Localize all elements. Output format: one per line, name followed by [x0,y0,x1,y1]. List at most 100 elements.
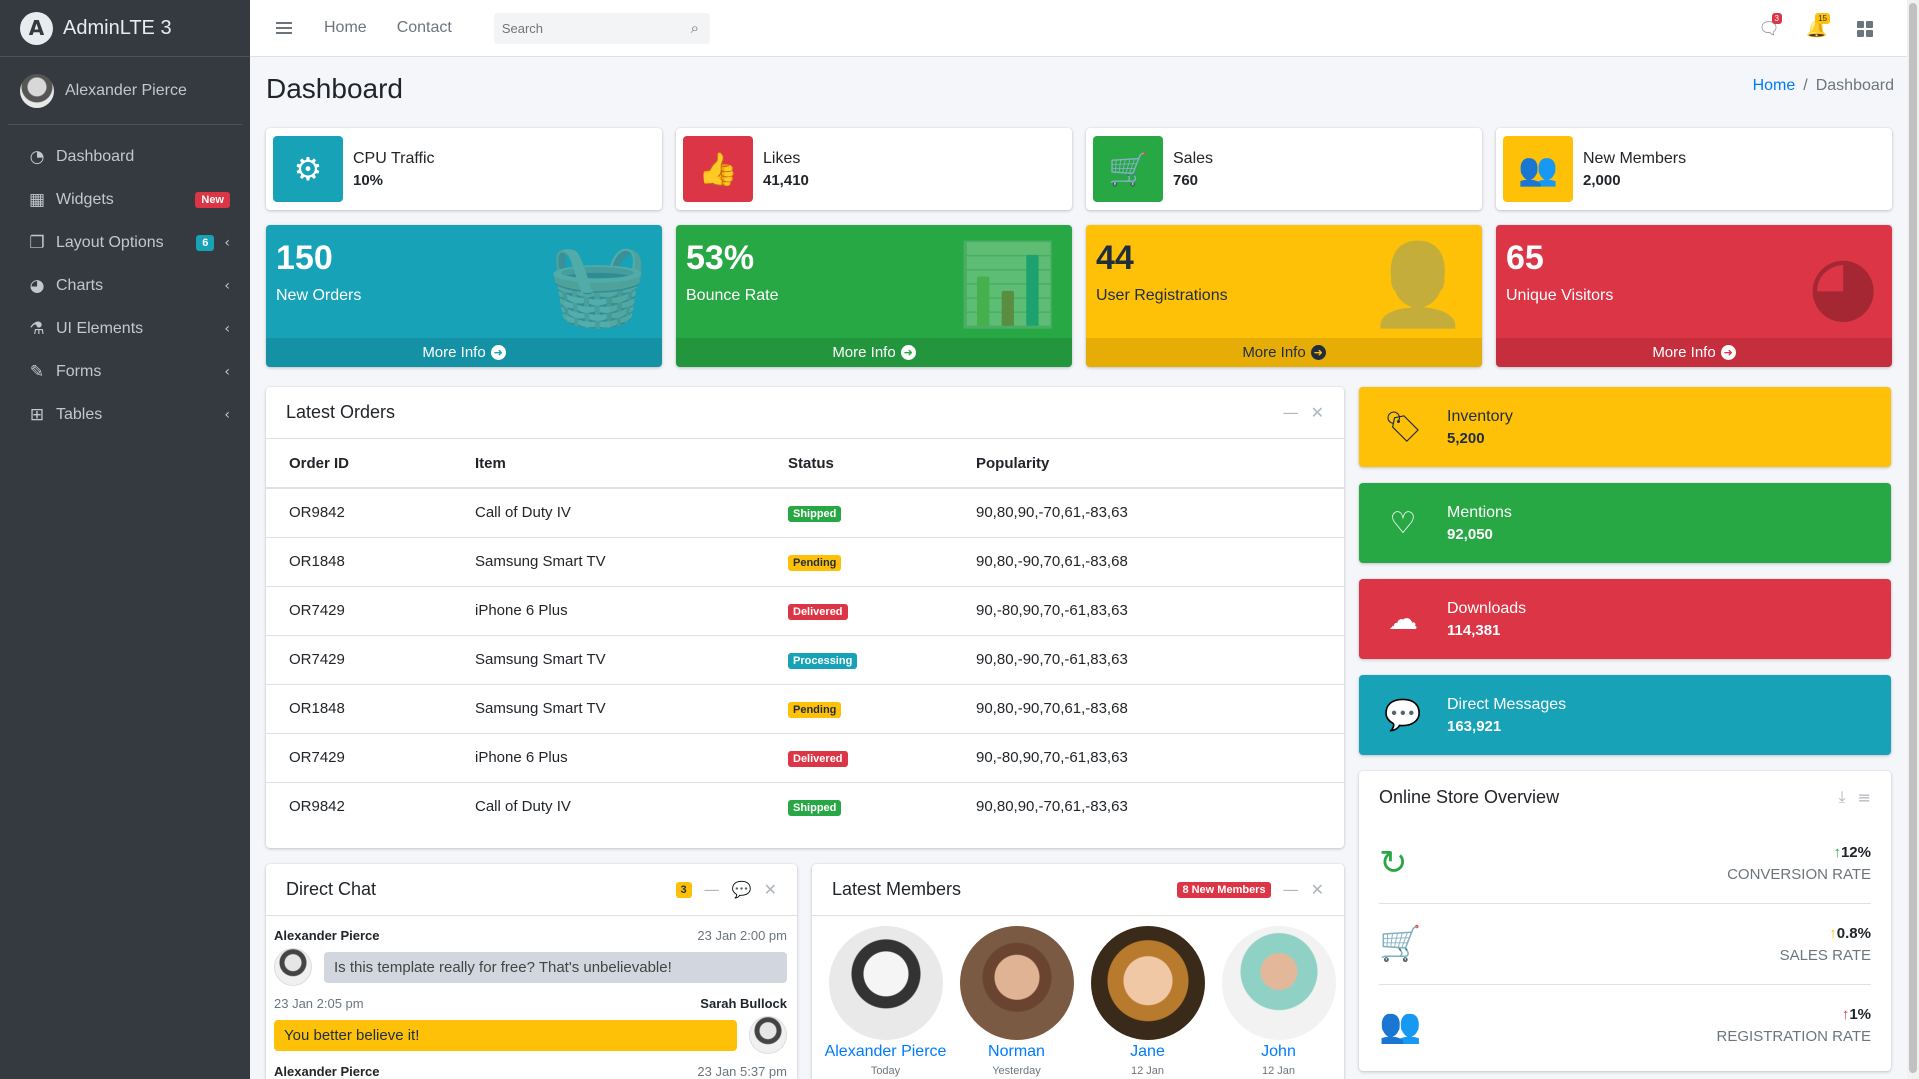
stat-value: ↑12% [1833,843,1871,861]
card-header: Online Store Overview ⤓ ≡ [1359,771,1891,823]
close-icon[interactable]: ✕ [764,880,777,899]
chat-bubble: Is this template really for free? That's… [324,951,787,983]
minus-icon[interactable]: — [704,880,720,899]
arrow-circle-right-icon: ➜ [490,345,506,360]
sidebar-item-dashboard[interactable]: ◔ Dashboard [0,135,250,178]
control-sidebar-button[interactable] [1841,19,1889,39]
sidebar-item-ui-elements[interactable]: ⚗ UI Elements ‹ [0,307,250,350]
sidebar-item-forms[interactable]: ✎ Forms ‹ [0,350,250,393]
chat-meta: 23 Jan 2:05 pm Sarah Bullock [274,996,787,1011]
chat-meta: Alexander Pierce 23 Jan 2:00 pm [274,928,787,943]
nav-link-home[interactable]: Home [324,19,367,37]
order-popularity: 90,80,90,-70,61,-83,63 [953,488,1344,538]
order-id[interactable]: OR7429 [266,586,452,636]
search-input[interactable] [493,20,680,36]
nav-link-contact[interactable]: Contact [397,19,452,37]
order-item: Call of Duty IV [475,798,571,816]
new-members-badge: 8 New Members [1177,881,1271,898]
brand-name: AdminLTE 3 [63,16,172,39]
box-label: Inventory [1447,407,1513,425]
arrow-circle-right-icon: ➜ [900,345,916,360]
th-large-icon [1857,20,1873,37]
card-title: Direct Chat [286,879,377,899]
order-id[interactable]: OR9842 [266,782,452,831]
small-box-user-registrations: 44 User Registrations 👤 More Info ➜ [1086,225,1482,367]
shopping-cart-icon: 🛒 [1093,136,1163,202]
avatar [959,926,1074,1040]
close-icon[interactable]: ✕ [1311,403,1324,422]
users-icon: 👥 [1503,136,1573,202]
comments-icon[interactable]: 💬 [732,880,752,899]
page-scrollbar[interactable] [1907,0,1919,1079]
scrollbar-thumb[interactable] [1909,3,1917,1073]
stat-value: ↑1% [1841,1006,1871,1023]
status-badge: Processing [788,653,858,669]
table-row: OR7429 iPhone 6 Plus Delivered 90,-80,90,70… [266,586,1344,636]
order-popularity: 90,80,-90,70,-61,83,63 [953,635,1344,685]
avatar [828,926,943,1040]
more-info-link[interactable]: More Info ➜ [1496,338,1892,367]
order-popularity: 90,80,90,-70,61,-83,63 [976,798,1128,816]
stat-conversion-rate: ↻ ↑12% CONVERSION RATE [1379,823,1871,904]
user-name[interactable]: Alexander Pierce [65,82,187,100]
table-row: OR1848 Samsung Smart TV Pending 90,80,-90,7… [266,537,1344,587]
column-header: Status [765,439,953,489]
search-icon[interactable]: ⌕ [680,19,710,37]
member-name[interactable]: Alexander Pierce [820,1043,951,1061]
close-icon[interactable]: ✕ [1311,880,1324,899]
top-navbar: Home Contact ⌕ 🗨 3 🔔 15 [250,0,1907,57]
order-id[interactable]: OR1848 [266,684,452,734]
sidebar-item-tables[interactable]: ⊞ Tables ‹ [0,393,250,436]
arrow-circle-right-icon: ➜ [1310,345,1326,360]
minus-icon[interactable]: — [1283,403,1299,422]
count-badge: 6 [196,234,215,251]
member-name[interactable]: John [1213,1043,1344,1061]
status-badge: Delivered [788,751,848,767]
orders-table: Order ID Item Status Popularity OR9842 Ca… [266,439,1344,831]
order-id[interactable]: OR7429 [266,635,452,685]
order-id[interactable]: OR9842 [266,488,452,538]
direct-chat-card: Direct Chat 3 — 💬 ✕ Alexander Pierce 23 J… [266,864,797,1079]
sidebar-item-charts[interactable]: ◕ Charts ‹ [0,264,250,307]
shopping-basket-icon: 🧺 [548,238,648,331]
order-id[interactable]: OR1848 [266,537,452,587]
stat-label: CONVERSION RATE [1727,865,1871,883]
direct-messages-box: 💬 Direct Messages 163,921 [1359,675,1891,755]
brand-link[interactable]: A AdminLTE 3 [0,0,250,57]
minus-icon[interactable]: — [1283,880,1299,899]
cog-icon: ⚙ [273,136,343,202]
more-info-link[interactable]: More Info ➜ [676,338,1072,367]
sidebar-item-widgets[interactable]: ▦ Widgets New [0,178,250,221]
breadcrumb-separator: / [1803,77,1808,94]
messages-count-badge: 3 [1771,12,1782,24]
card-title: Latest Members [832,879,962,899]
card-header: Latest Members 8 New Members — ✕ [812,864,1344,916]
breadcrumb-current: Dashboard [1815,77,1894,94]
order-item: iPhone 6 Plus [452,586,765,636]
card-title: Online Store Overview [1379,786,1560,807]
member-date: Today [870,1065,901,1077]
more-info-link[interactable]: More Info ➜ [1086,338,1482,367]
box-label: Downloads [1447,599,1527,617]
messages-button[interactable]: 🗨 3 [1745,12,1793,39]
sidebar-item-label: Dashboard [56,147,135,165]
user-panel[interactable]: Alexander Pierce [8,57,242,125]
chat-sender: Alexander Pierce [274,928,380,943]
breadcrumb-home-link[interactable]: Home [1753,77,1796,94]
sidebar-item-layout-options[interactable]: ❐ Layout Options 6 ‹ [0,221,250,264]
more-info-link[interactable]: More Info ➜ [266,338,662,367]
info-box-label: Sales [1173,149,1214,167]
order-id[interactable]: OR7429 [266,733,452,783]
menu-toggle-icon[interactable] [276,19,292,37]
chevron-left-icon: ‹ [224,363,230,380]
chevron-left-icon: ‹ [224,406,230,423]
notifications-button[interactable]: 🔔 15 [1793,12,1841,39]
bars-icon[interactable]: ≡ [1858,788,1871,807]
chat-sender: Alexander Pierce [274,1064,380,1079]
chat-message: You better believe it! [274,1016,787,1054]
download-icon[interactable]: ⤓ [1839,787,1846,807]
info-box-likes: 👍 Likes 41,410 [676,128,1072,210]
member-name[interactable]: Norman [951,1043,1082,1061]
member-name[interactable]: Jane [1082,1043,1213,1061]
order-popularity: 90,80,-90,70,61,-83,68 [953,537,1344,587]
